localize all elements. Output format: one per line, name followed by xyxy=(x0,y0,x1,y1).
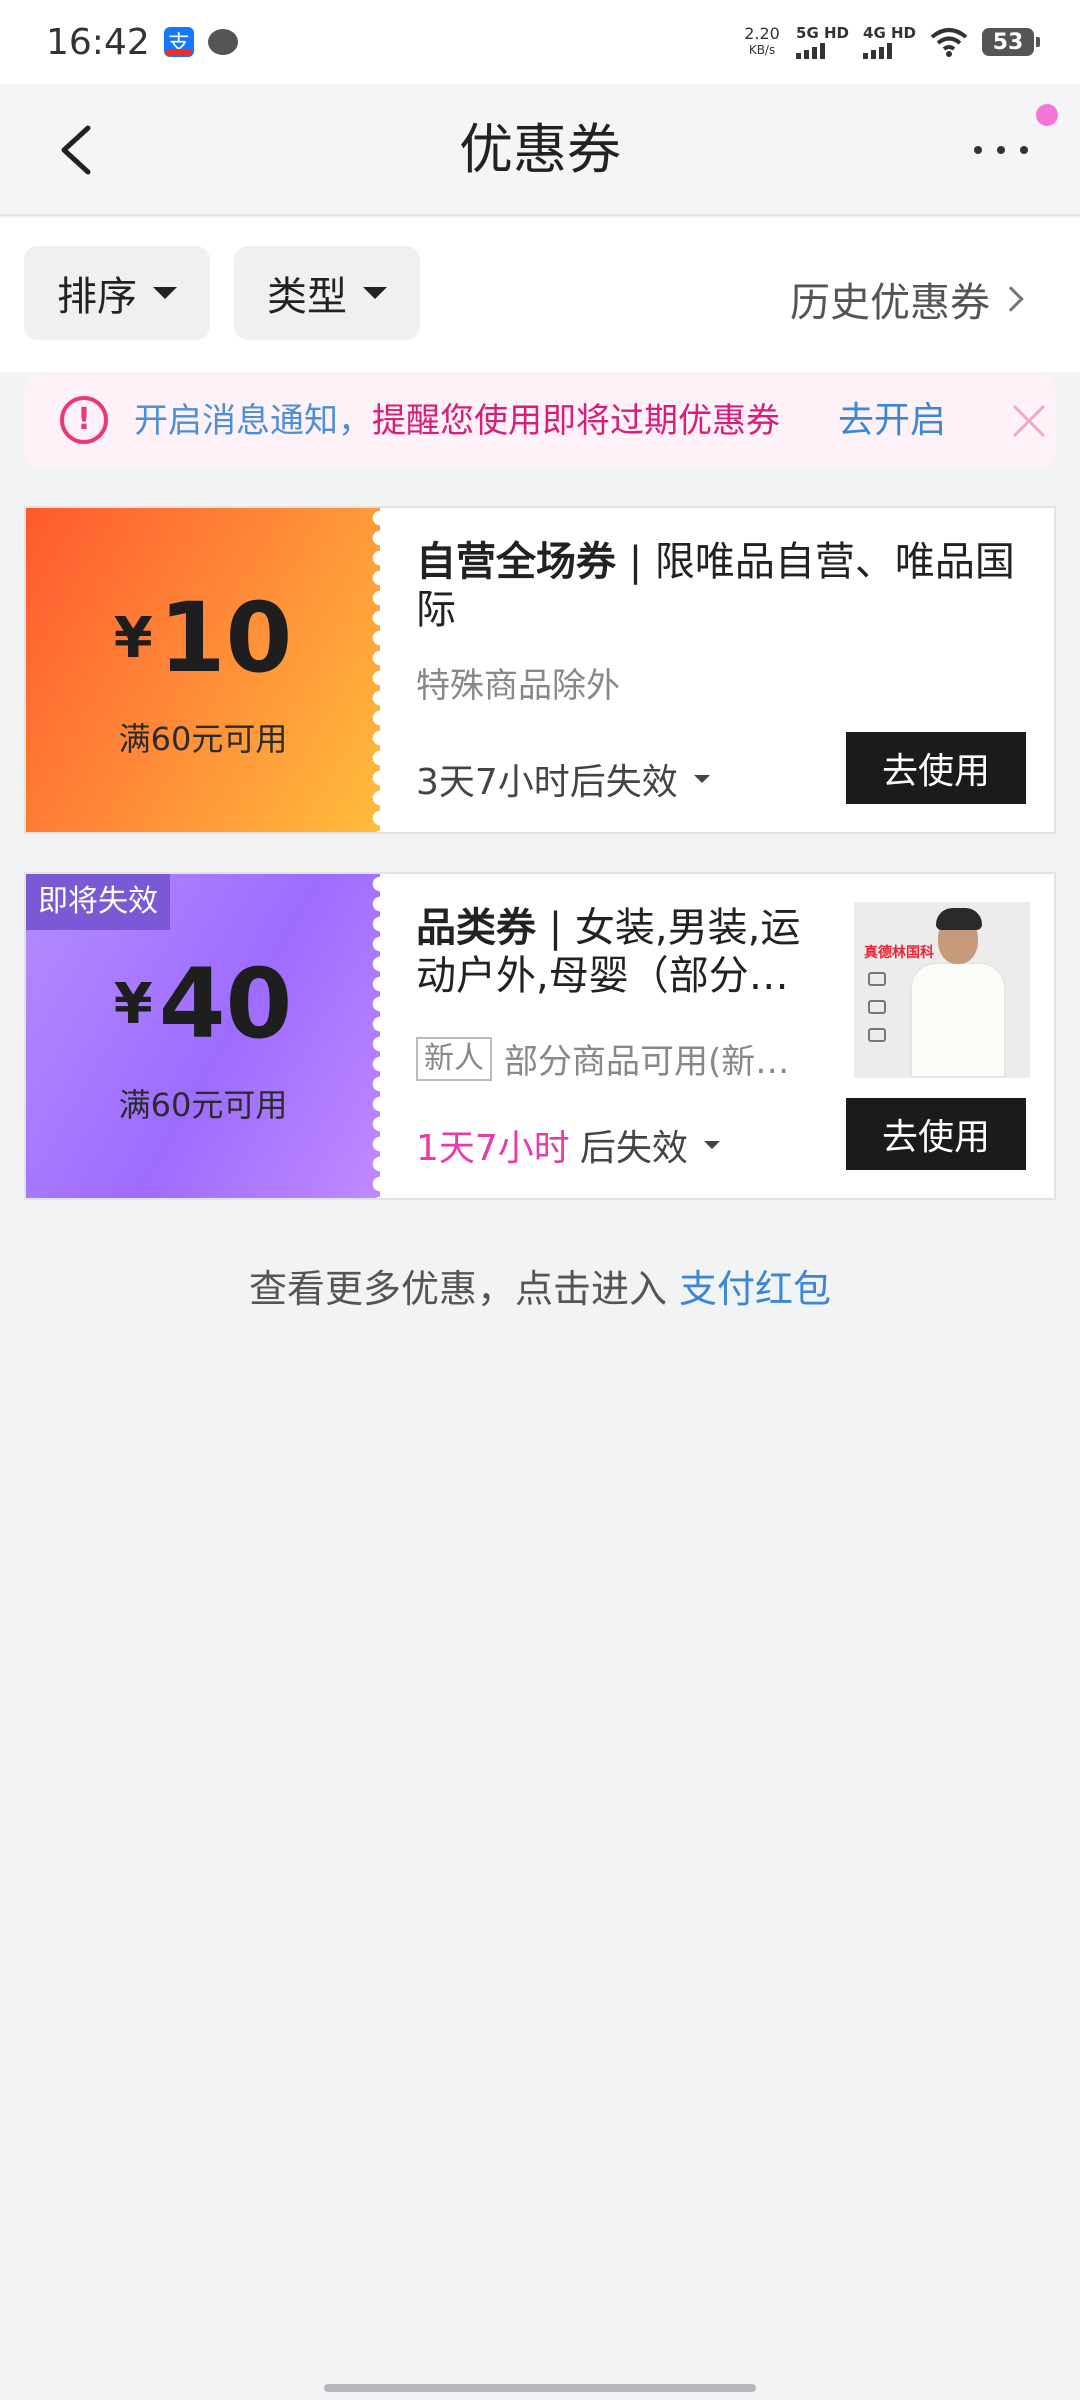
more-offers-line: 查看更多优惠，点击进入 支付红包 xyxy=(0,1258,1080,1313)
thumb-label: 真德林国科 xyxy=(864,945,934,961)
wifi-icon xyxy=(930,28,968,57)
caret-down-icon xyxy=(363,287,387,299)
chat-bubble-icon xyxy=(207,29,238,55)
network-speed: 2.20 KB/s xyxy=(742,26,782,58)
alert-icon: ! xyxy=(60,396,108,444)
coupon-value-panel: ¥40 满60元可用 即将失效 xyxy=(26,874,380,1198)
new-user-tag: 新人 xyxy=(416,1036,492,1081)
speed-value: 2.20 xyxy=(744,24,780,43)
coupon-title-bold: 品类券 xyxy=(416,905,536,951)
expire-highlight: 1天7小时 xyxy=(416,1128,570,1169)
history-label: 历史优惠券 xyxy=(790,280,990,326)
alipay-icon: 支 xyxy=(163,27,194,57)
expire-text: 3天7小时后失效 xyxy=(416,762,678,803)
expiring-badge: 即将失效 xyxy=(26,874,170,930)
coupon-title-bold: 自营全场券 xyxy=(416,539,616,585)
signal-bars-icon xyxy=(863,43,893,59)
speed-unit: KB/s xyxy=(748,43,776,57)
coupon-title: 自营全场券 | 限唯品自营、唯品国际 xyxy=(416,538,1016,634)
model-hair xyxy=(936,908,982,930)
sweater xyxy=(910,962,1006,1078)
perforation xyxy=(370,874,390,1198)
notice-text-blue: 开启消息通知， xyxy=(134,401,372,441)
sort-label: 排序 xyxy=(57,274,137,320)
type-dropdown[interactable]: 类型 xyxy=(234,246,420,340)
payment-redpacket-link[interactable]: 支付红包 xyxy=(679,1267,831,1311)
history-coupons-link[interactable]: 历史优惠券 xyxy=(790,270,1024,328)
notification-banner: ! 开启消息通知，提醒您使用即将过期优惠券 去开启 xyxy=(24,374,1056,468)
more-offers-text: 查看更多优惠，点击进入 xyxy=(248,1267,667,1311)
coupon-card[interactable]: ¥10 满60元可用 自营全场券 | 限唯品自营、唯品国际 特殊商品除外 3天7… xyxy=(24,506,1056,834)
coupon-subtitle: 新人 部分商品可用(新… xyxy=(416,1034,816,1083)
nav-bar: 优惠券 xyxy=(0,84,1080,216)
type-label: 类型 xyxy=(267,274,347,320)
net1-label: 5G HD xyxy=(796,24,850,42)
amount-value: 40 xyxy=(158,948,293,1060)
feature-icons xyxy=(868,972,886,1042)
coupon-expire[interactable]: 1天7小时 后失效 xyxy=(416,1119,720,1171)
home-indicator[interactable] xyxy=(324,2384,756,2392)
coupon-amount: ¥40 xyxy=(26,948,380,1060)
use-coupon-button[interactable]: 去使用 xyxy=(846,732,1026,804)
coupon-title: 品类券 | 女装,男装,运动户外,母婴（部分… xyxy=(416,904,836,1000)
close-icon[interactable] xyxy=(1012,404,1046,438)
enable-notification-link[interactable]: 去开启 xyxy=(838,398,946,444)
coupon-subtitle-text: 部分商品可用(新… xyxy=(504,1042,790,1082)
currency-symbol: ¥ xyxy=(113,606,153,671)
coupon-condition: 满60元可用 xyxy=(118,720,288,758)
battery-icon: 53 xyxy=(982,28,1040,56)
signal-bars-icon xyxy=(796,43,826,59)
coupon-expire[interactable]: 3天7小时后失效 xyxy=(416,753,710,805)
expire-rest: 后失效 xyxy=(579,1128,688,1169)
page-title: 优惠券 xyxy=(459,118,621,181)
signal-5g: 5G HD xyxy=(796,25,849,59)
notification-dot xyxy=(1036,104,1058,126)
filter-bar: 排序 类型 历史优惠券 xyxy=(0,218,1080,372)
coupon-condition: 满60元可用 xyxy=(118,1086,288,1124)
use-coupon-button[interactable]: 去使用 xyxy=(846,1098,1026,1170)
sort-dropdown[interactable]: 排序 xyxy=(24,246,210,340)
product-thumbnail[interactable]: 真德林国科 xyxy=(854,902,1030,1078)
notice-text-pink: 提醒您使用即将过期优惠券 xyxy=(372,401,780,441)
net2-label: 4G HD xyxy=(863,24,916,42)
caret-down-icon xyxy=(703,1141,720,1149)
more-dots-icon[interactable] xyxy=(966,124,1036,176)
coupon-value-panel: ¥10 满60元可用 xyxy=(26,508,380,832)
status-time: 16:42 xyxy=(46,21,150,63)
currency-symbol: ¥ xyxy=(113,972,153,1037)
notice-text: 开启消息通知，提醒您使用即将过期优惠券 xyxy=(134,398,780,444)
coupon-subtitle: 特殊商品除外 xyxy=(416,666,620,706)
perforation xyxy=(370,508,390,832)
amount-value: 10 xyxy=(158,582,293,694)
caret-down-icon xyxy=(693,775,710,783)
signal-4g: 4G HD xyxy=(863,25,916,59)
status-bar: 16:42 支 2.20 KB/s 5G HD 4G HD 53 xyxy=(0,0,1080,84)
caret-down-icon xyxy=(153,287,177,299)
coupon-card[interactable]: ¥40 满60元可用 即将失效 品类券 | 女装,男装,运动户外,母婴（部分… … xyxy=(24,872,1056,1200)
coupon-amount: ¥10 xyxy=(26,582,380,694)
chevron-right-icon xyxy=(998,286,1024,312)
